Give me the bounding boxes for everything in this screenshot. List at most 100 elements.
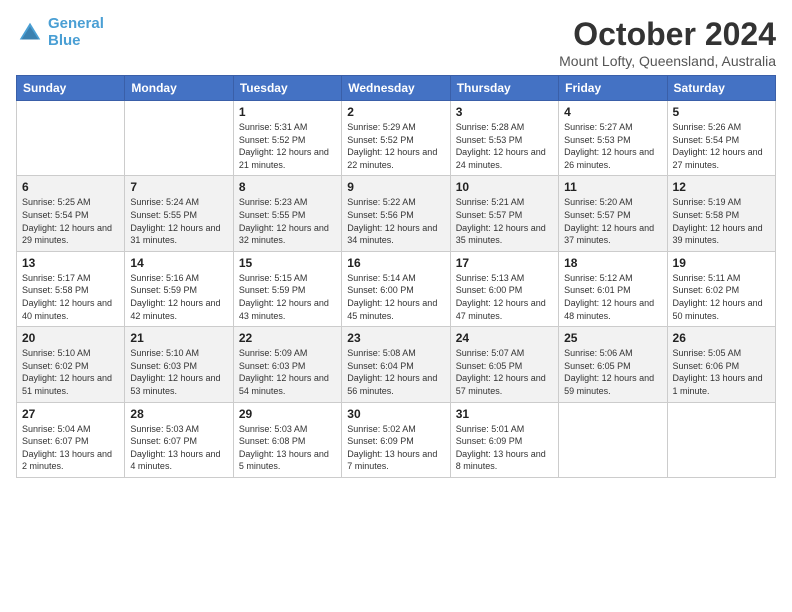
day-number: 22 — [239, 331, 336, 345]
sunrise-text: Sunrise: 5:05 AM — [673, 347, 770, 360]
sunset-text: Sunset: 5:52 PM — [239, 134, 336, 147]
sunrise-text: Sunrise: 5:10 AM — [22, 347, 119, 360]
day-number: 21 — [130, 331, 227, 345]
day-number: 29 — [239, 407, 336, 421]
daylight-text: Daylight: 12 hours and 43 minutes. — [239, 297, 336, 322]
sunset-text: Sunset: 6:00 PM — [456, 284, 553, 297]
daylight-text: Daylight: 12 hours and 53 minutes. — [130, 372, 227, 397]
day-info: Sunrise: 5:11 AMSunset: 6:02 PMDaylight:… — [673, 272, 770, 322]
day-number: 27 — [22, 407, 119, 421]
sunrise-text: Sunrise: 5:04 AM — [22, 423, 119, 436]
day-number: 17 — [456, 256, 553, 270]
day-cell-0-4: 3Sunrise: 5:28 AMSunset: 5:53 PMDaylight… — [450, 101, 558, 176]
daylight-text: Daylight: 12 hours and 59 minutes. — [564, 372, 661, 397]
day-cell-2-5: 18Sunrise: 5:12 AMSunset: 6:01 PMDayligh… — [559, 251, 667, 326]
sunrise-text: Sunrise: 5:02 AM — [347, 423, 444, 436]
daylight-text: Daylight: 12 hours and 22 minutes. — [347, 146, 444, 171]
sunrise-text: Sunrise: 5:14 AM — [347, 272, 444, 285]
day-info: Sunrise: 5:13 AMSunset: 6:00 PMDaylight:… — [456, 272, 553, 322]
day-number: 2 — [347, 105, 444, 119]
col-saturday: Saturday — [667, 76, 775, 101]
day-cell-4-1: 28Sunrise: 5:03 AMSunset: 6:07 PMDayligh… — [125, 402, 233, 477]
sunset-text: Sunset: 5:55 PM — [130, 209, 227, 222]
sunset-text: Sunset: 5:53 PM — [564, 134, 661, 147]
day-number: 19 — [673, 256, 770, 270]
day-info: Sunrise: 5:14 AMSunset: 6:00 PMDaylight:… — [347, 272, 444, 322]
day-cell-0-1 — [125, 101, 233, 176]
day-number: 14 — [130, 256, 227, 270]
day-cell-2-4: 17 Sunrise: 5:13 AMSunset: 6:00 PMDayligh… — [450, 251, 558, 326]
sunset-text: Sunset: 6:08 PM — [239, 435, 336, 448]
day-cell-1-1: 7Sunrise: 5:24 AMSunset: 5:55 PMDaylight… — [125, 176, 233, 251]
daylight-text: Daylight: 12 hours and 32 minutes. — [239, 222, 336, 247]
day-cell-1-2: 8Sunrise: 5:23 AMSunset: 5:55 PMDaylight… — [233, 176, 341, 251]
day-number: 18 — [564, 256, 661, 270]
day-cell-0-6: 5 Sunrise: 5:26 AMSunset: 5:54 PMDaylight… — [667, 101, 775, 176]
day-cell-0-2: 1Sunrise: 5:31 AMSunset: 5:52 PMDaylight… — [233, 101, 341, 176]
week-row-3: 13Sunrise: 5:17 AMSunset: 5:58 PMDayligh… — [17, 251, 776, 326]
day-cell-3-1: 21Sunrise: 5:10 AMSunset: 6:03 PMDayligh… — [125, 327, 233, 402]
week-row-4: 20Sunrise: 5:10 AMSunset: 6:02 PMDayligh… — [17, 327, 776, 402]
daylight-text: Daylight: 12 hours and 29 minutes. — [22, 222, 119, 247]
daylight-text: Daylight: 12 hours and 50 minutes. — [673, 297, 770, 322]
day-number: 31 — [456, 407, 553, 421]
day-info: Sunrise: 5:02 AMSunset: 6:09 PMDaylight:… — [347, 423, 444, 473]
logo-text: General Blue — [48, 16, 104, 49]
sunrise-text: Sunrise: 5:10 AM — [130, 347, 227, 360]
daylight-text: Daylight: 13 hours and 7 minutes. — [347, 448, 444, 473]
sunset-text: Sunset: 6:01 PM — [564, 284, 661, 297]
daylight-text: Daylight: 12 hours and 35 minutes. — [456, 222, 553, 247]
sunset-text: Sunset: 5:57 PM — [564, 209, 661, 222]
main-title: October 2024 — [559, 16, 776, 53]
day-number: 26 — [673, 331, 770, 345]
sunset-text: Sunset: 5:59 PM — [239, 284, 336, 297]
logo-icon — [16, 19, 44, 47]
sunset-text: Sunset: 5:52 PM — [347, 134, 444, 147]
sunset-text: Sunset: 5:54 PM — [22, 209, 119, 222]
day-cell-0-0 — [17, 101, 125, 176]
daylight-text: Daylight: 12 hours and 39 minutes. — [673, 222, 770, 247]
col-friday: Friday — [559, 76, 667, 101]
day-number: 25 — [564, 331, 661, 345]
daylight-text: Daylight: 12 hours and 27 minutes. — [673, 146, 770, 171]
sunrise-text: Sunrise: 5:11 AM — [673, 272, 770, 285]
day-info: Sunrise: 5:08 AMSunset: 6:04 PMDaylight:… — [347, 347, 444, 397]
sunrise-text: Sunrise: 5:12 AM — [564, 272, 661, 285]
sunrise-text: Sunrise: 5:19 AM — [673, 196, 770, 209]
day-info: Sunrise: 5:07 AMSunset: 6:05 PMDaylight:… — [456, 347, 553, 397]
sunset-text: Sunset: 6:06 PM — [673, 360, 770, 373]
day-info: Sunrise: 5:06 AMSunset: 6:05 PMDaylight:… — [564, 347, 661, 397]
daylight-text: Daylight: 12 hours and 42 minutes. — [130, 297, 227, 322]
sunset-text: Sunset: 5:54 PM — [673, 134, 770, 147]
daylight-text: Daylight: 12 hours and 51 minutes. — [22, 372, 119, 397]
daylight-text: Daylight: 13 hours and 8 minutes. — [456, 448, 553, 473]
sunrise-text: Sunrise: 5:23 AM — [239, 196, 336, 209]
sunrise-text: Sunrise: 5:09 AM — [239, 347, 336, 360]
sunset-text: Sunset: 6:09 PM — [347, 435, 444, 448]
day-number: 3 — [456, 105, 553, 119]
daylight-text: Daylight: 12 hours and 57 minutes. — [456, 372, 553, 397]
day-cell-1-6: 12Sunrise: 5:19 AMSunset: 5:58 PMDayligh… — [667, 176, 775, 251]
daylight-text: Daylight: 12 hours and 31 minutes. — [130, 222, 227, 247]
day-cell-2-0: 13Sunrise: 5:17 AMSunset: 5:58 PMDayligh… — [17, 251, 125, 326]
week-row-2: 6Sunrise: 5:25 AMSunset: 5:54 PMDaylight… — [17, 176, 776, 251]
sunrise-text: Sunrise: 5:28 AM — [456, 121, 553, 134]
sunrise-text: Sunrise: 5:03 AM — [239, 423, 336, 436]
sunset-text: Sunset: 5:58 PM — [22, 284, 119, 297]
day-number: 5 — [673, 105, 770, 119]
week-row-5: 27Sunrise: 5:04 AMSunset: 6:07 PMDayligh… — [17, 402, 776, 477]
sunrise-text: Sunrise: 5:24 AM — [130, 196, 227, 209]
day-cell-2-2: 15Sunrise: 5:15 AMSunset: 5:59 PMDayligh… — [233, 251, 341, 326]
day-info: Sunrise: 5:05 AMSunset: 6:06 PMDaylight:… — [673, 347, 770, 397]
page: General Blue October 2024 Mount Lofty, Q… — [0, 0, 792, 488]
day-number: 28 — [130, 407, 227, 421]
day-number: 4 — [564, 105, 661, 119]
col-tuesday: Tuesday — [233, 76, 341, 101]
day-cell-3-2: 22Sunrise: 5:09 AMSunset: 6:03 PMDayligh… — [233, 327, 341, 402]
day-number: 9 — [347, 180, 444, 194]
day-info: Sunrise: 5:26 AMSunset: 5:54 PMDaylight:… — [673, 121, 770, 171]
day-info: Sunrise: 5:01 AMSunset: 6:09 PMDaylight:… — [456, 423, 553, 473]
daylight-text: Daylight: 12 hours and 26 minutes. — [564, 146, 661, 171]
day-info: Sunrise: 5:22 AMSunset: 5:56 PMDaylight:… — [347, 196, 444, 246]
day-cell-4-6 — [667, 402, 775, 477]
